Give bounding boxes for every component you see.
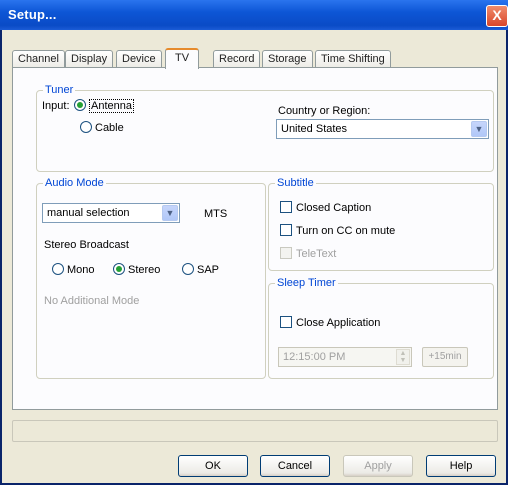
teletext-checkbox[interactable]: TeleText [280,247,336,260]
sap-radio[interactable]: SAP [182,263,219,276]
stereo-radio[interactable]: Stereo [113,263,160,276]
tab-channel[interactable]: Channel [12,50,65,68]
chevron-down-icon[interactable]: ▼ [162,205,178,221]
close-icon[interactable]: X [486,5,508,27]
sleep-time-value: 12:15:00 PM [283,351,346,363]
tuner-group-label: Tuner [43,84,76,96]
closed-caption-label: Closed Caption [296,202,372,214]
title-bar[interactable]: Setup... X [0,0,508,30]
country-label: Country or Region: [278,105,371,117]
stereo-label: Stereo [128,264,161,276]
tab-strip: Channel Display Device TV Record Storage… [12,48,492,69]
cc-on-mute-checkbox[interactable]: Turn on CC on mute [280,224,395,237]
antenna-radio-dot [74,99,86,111]
country-value: United States [281,123,348,135]
sap-radio-dot [182,263,194,275]
mono-radio-dot [52,263,64,275]
close-application-label: Close Application [296,317,381,329]
closed-caption-checkbox[interactable]: Closed Caption [280,201,371,214]
chevron-down-icon[interactable]: ▼ [471,121,487,137]
audio-mode-select[interactable]: manual selection ▼ [42,203,180,223]
ok-button[interactable]: OK [178,455,248,477]
stereo-broadcast-label: Stereo Broadcast [44,239,129,251]
tab-time-shifting[interactable]: Time Shifting [315,50,391,68]
status-bar [12,420,498,442]
tab-display[interactable]: Display [65,50,114,68]
no-additional-mode-label: No Additional Mode [44,295,140,307]
tab-record[interactable]: Record [213,50,261,68]
audio-mode-value: manual selection [47,207,130,219]
spinner-icon[interactable]: ▲ ▼ [396,349,410,365]
help-button[interactable]: Help [426,455,496,477]
teletext-label: TeleText [296,248,337,260]
tab-tv[interactable]: TV [165,48,199,69]
sleep-timer-group-label: Sleep Timer [275,277,338,289]
add-15min-button[interactable]: +15min [422,347,468,367]
stereo-radio-dot [113,263,125,275]
teletext-box [280,247,292,259]
tab-device[interactable]: Device [116,50,162,68]
audio-mode-group-label: Audio Mode [43,177,106,189]
subtitle-group-label: Subtitle [275,177,316,189]
cable-radio-dot [80,121,92,133]
cc-on-mute-box [280,224,292,236]
closed-caption-box [280,201,292,213]
mono-label: Mono [67,264,95,276]
antenna-label: Antenna [89,99,134,113]
tab-storage[interactable]: Storage [262,50,313,68]
window-title: Setup... [8,7,57,22]
cable-label: Cable [95,122,124,134]
close-application-box [280,316,292,328]
cancel-button[interactable]: Cancel [260,455,330,477]
cc-on-mute-label: Turn on CC on mute [296,225,396,237]
country-select[interactable]: United States ▼ [276,119,489,139]
close-application-checkbox[interactable]: Close Application [280,316,380,329]
input-label: Input: [42,100,70,112]
sleep-time-input[interactable]: 12:15:00 PM ▲ ▼ [278,347,412,367]
sap-label: SAP [197,264,220,276]
antenna-radio[interactable]: Antenna [74,99,134,113]
mts-label: MTS [204,208,228,220]
mono-radio[interactable]: Mono [52,263,95,276]
cable-radio[interactable]: Cable [80,121,124,134]
apply-button[interactable]: Apply [343,455,413,477]
